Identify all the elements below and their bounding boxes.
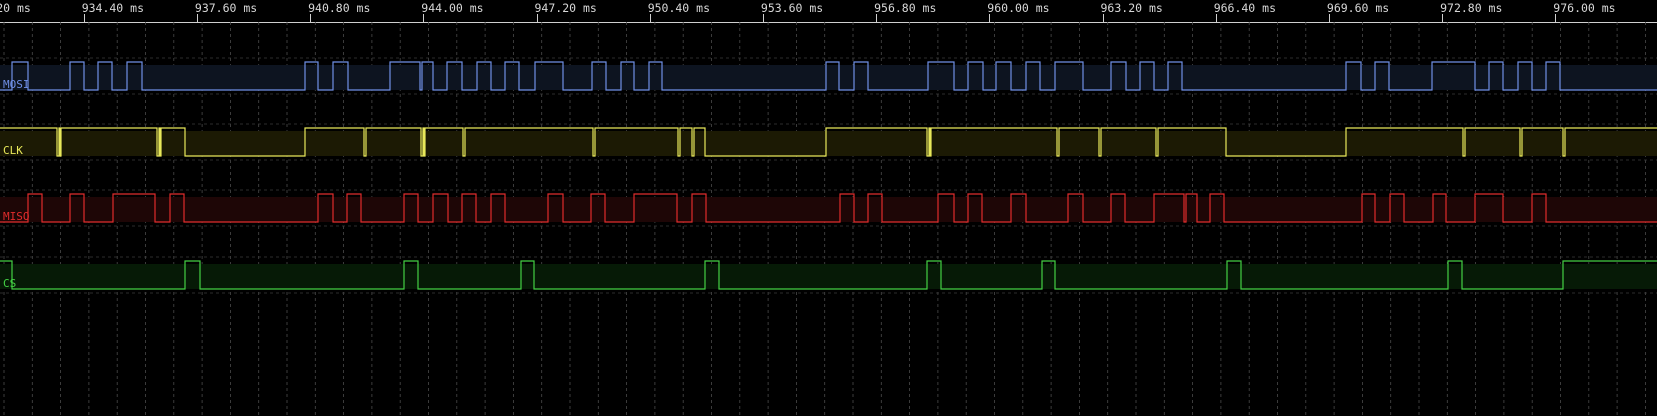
time-tick-mark xyxy=(83,14,85,22)
time-tick-label: 950.40 ms xyxy=(647,1,710,15)
time-tick-mark xyxy=(536,14,538,22)
channel-band xyxy=(0,197,1657,222)
time-tick-mark xyxy=(310,14,312,22)
channel-miso[interactable]: MISO xyxy=(0,189,1657,227)
waveform-area[interactable]: MOSI CLK MISO CS xyxy=(0,22,1657,416)
channel-band xyxy=(0,264,1657,289)
time-tick-label: 937.60 ms xyxy=(194,1,258,15)
time-tick-label: 944.00 ms xyxy=(421,1,484,15)
time-tick-mark xyxy=(876,14,878,22)
time-tick-label: 976.00 ms xyxy=(1553,1,1616,15)
time-tick-mark xyxy=(1555,14,1557,22)
channel-clk[interactable]: CLK xyxy=(0,123,1657,161)
time-tick-label: 963.20 ms xyxy=(1100,1,1163,15)
channel-label: CLK xyxy=(3,144,23,157)
channel-cs[interactable]: CS xyxy=(0,256,1657,294)
time-tick-mark xyxy=(423,14,425,22)
time-tick-mark xyxy=(1102,14,1104,22)
time-tick-label: 966.40 ms xyxy=(1213,1,1276,15)
time-tick-label: 956.80 ms xyxy=(874,1,937,15)
time-ruler[interactable]: 931.20 ms 934.40 ms 937.60 ms 940.80 ms 944.… xyxy=(0,0,1657,23)
time-tick-label: 947.20 ms xyxy=(534,1,597,15)
time-tick-mark xyxy=(649,14,651,22)
time-tick-label: 969.60 ms xyxy=(1326,1,1390,15)
time-tick-label: 931.20 ms xyxy=(0,1,31,15)
channel-label: CS xyxy=(3,277,16,290)
channel-band xyxy=(0,131,1657,156)
time-tick-label: 934.40 ms xyxy=(81,1,144,15)
time-tick-mark xyxy=(989,14,991,22)
channel-label: MISO xyxy=(3,210,30,223)
time-tick-label: 953.60 ms xyxy=(760,1,824,15)
time-tick-label: 940.80 ms xyxy=(308,1,371,15)
channel-band xyxy=(0,65,1657,90)
time-tick-mark xyxy=(196,14,198,22)
time-tick-mark xyxy=(1215,14,1217,22)
time-tick-mark xyxy=(1328,14,1330,22)
time-tick-mark xyxy=(762,14,764,22)
time-tick-mark xyxy=(1442,14,1444,22)
time-tick-label: 972.80 ms xyxy=(1440,1,1503,15)
channel-mosi[interactable]: MOSI xyxy=(0,57,1657,95)
channel-label: MOSI xyxy=(3,78,30,91)
time-tick-label: 960.00 ms xyxy=(987,1,1050,15)
